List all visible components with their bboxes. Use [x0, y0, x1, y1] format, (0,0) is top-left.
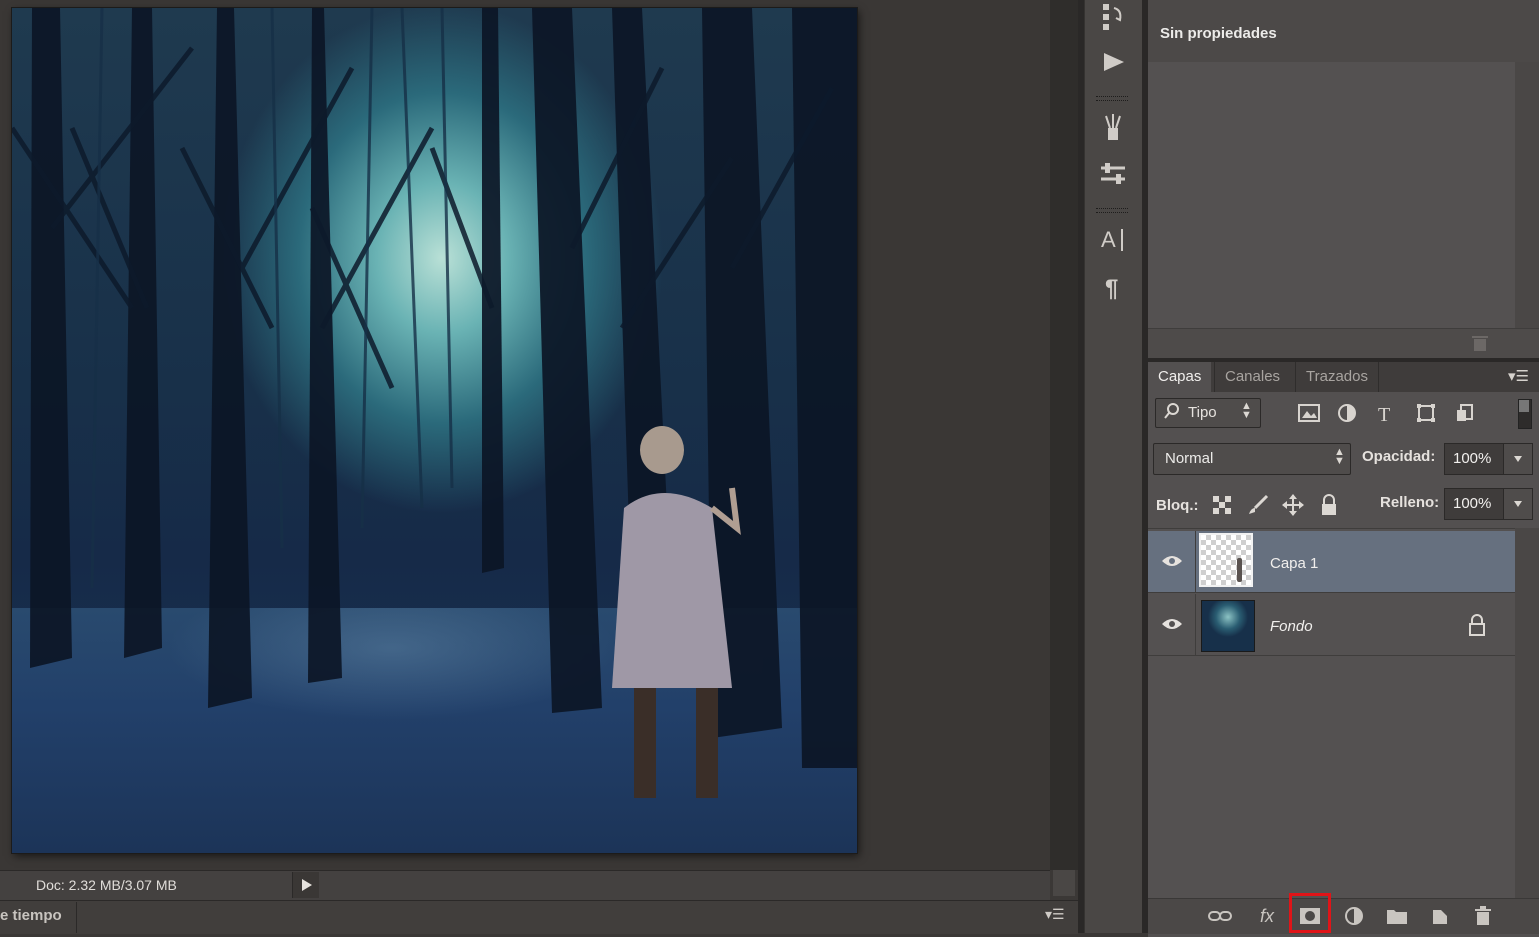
svg-text:T: T: [1378, 404, 1390, 423]
updown-arrows-icon: ▲ ▼: [1334, 446, 1345, 467]
trash-icon[interactable]: [1470, 333, 1490, 353]
link-layers-icon[interactable]: [1206, 903, 1234, 929]
document-canvas[interactable]: [12, 8, 857, 853]
lock-pixels-brush-icon[interactable]: [1245, 492, 1271, 518]
opacity-dropdown-button[interactable]: [1503, 443, 1533, 475]
lock-position-move-icon[interactable]: [1280, 492, 1306, 518]
highlight-box: [1289, 893, 1331, 933]
dock-grip[interactable]: [1096, 208, 1128, 213]
opacity-label: Opacidad:: [1362, 448, 1436, 465]
character-icon[interactable]: A: [1096, 222, 1130, 256]
fill-value: 100%: [1453, 495, 1492, 512]
panel-menu-icon[interactable]: ▾☰: [1508, 367, 1529, 385]
layer-style-fx-icon[interactable]: fx: [1253, 903, 1281, 929]
canvas-forest-trees: [12, 8, 857, 798]
lock-all-icon[interactable]: [1316, 492, 1342, 518]
row-divider: [1195, 594, 1196, 655]
lock-label: Bloq.:: [1156, 497, 1199, 514]
layer-thumbnail-figure: [1237, 558, 1242, 582]
layer-thumbnail[interactable]: [1199, 533, 1253, 587]
dock-grip[interactable]: [1096, 96, 1128, 101]
visibility-eye-icon[interactable]: [1160, 551, 1184, 571]
row-divider: [1195, 531, 1196, 592]
chevron-down-icon: [1514, 456, 1522, 462]
history-icon[interactable]: [1096, 0, 1130, 34]
layers-scrollbar[interactable]: [1515, 528, 1539, 898]
new-group-folder-icon[interactable]: [1383, 903, 1411, 929]
timeline-menu-icon[interactable]: ▾☰: [1045, 906, 1065, 923]
layer-name[interactable]: Capa 1: [1270, 555, 1318, 572]
timeline-divider: [76, 902, 77, 933]
properties-title: Sin propiedades: [1160, 25, 1277, 42]
filter-toggle-knob: [1519, 400, 1529, 412]
adjustments-sliders-icon[interactable]: [1096, 157, 1130, 191]
svg-text:A: A: [1101, 227, 1116, 252]
tab-trazados[interactable]: Trazados: [1295, 362, 1379, 392]
svg-text:¶: ¶: [1105, 275, 1118, 300]
properties-scrollbar[interactable]: [1515, 62, 1539, 328]
doc-size-readout: Doc: 2.32 MB/3.07 MB: [36, 877, 177, 893]
new-adjustment-layer-icon[interactable]: [1340, 903, 1368, 929]
filter-smart-object-icon[interactable]: [1452, 400, 1478, 426]
filter-adjustment-layer-icon[interactable]: [1334, 400, 1360, 426]
chevron-down-icon: [1514, 501, 1522, 507]
delete-layer-trash-icon[interactable]: [1469, 903, 1497, 929]
filter-shape-layer-icon[interactable]: [1413, 400, 1439, 426]
actions-play-icon[interactable]: [1096, 45, 1130, 79]
layer-name[interactable]: Fondo: [1270, 618, 1313, 635]
canvas-scrollbar-corner: [1053, 870, 1075, 896]
updown-arrows-icon: ▲ ▼: [1241, 400, 1252, 421]
properties-body: [1148, 62, 1515, 328]
tab-capas[interactable]: Capas: [1148, 362, 1212, 392]
opacity-value: 100%: [1453, 450, 1492, 467]
fill-dropdown-button[interactable]: [1503, 488, 1533, 520]
layer-thumbnail[interactable]: [1201, 600, 1255, 652]
lock-icon: [1468, 614, 1486, 636]
search-icon: [1163, 402, 1181, 420]
canvas-vertical-scrollbar[interactable]: [1050, 0, 1078, 870]
lock-transparency-icon[interactable]: [1209, 492, 1235, 518]
filter-pixel-layer-icon[interactable]: [1296, 400, 1322, 426]
layer-filter-label: Tipo: [1188, 404, 1217, 421]
visibility-eye-icon[interactable]: [1160, 614, 1184, 634]
blend-mode-value: Normal: [1165, 450, 1214, 467]
fill-label: Relleno:: [1380, 494, 1440, 511]
timeline-panel-bar: [0, 900, 1078, 934]
brush-presets-icon[interactable]: [1096, 110, 1130, 144]
timeline-tab-label[interactable]: e tiempo: [0, 907, 62, 924]
filter-type-layer-icon[interactable]: T: [1373, 400, 1399, 426]
new-layer-icon[interactable]: [1426, 903, 1454, 929]
status-menu-button[interactable]: [292, 872, 319, 898]
paragraph-icon[interactable]: ¶: [1096, 270, 1130, 304]
play-triangle-icon: [302, 879, 312, 891]
tab-canales[interactable]: Canales: [1214, 362, 1290, 392]
